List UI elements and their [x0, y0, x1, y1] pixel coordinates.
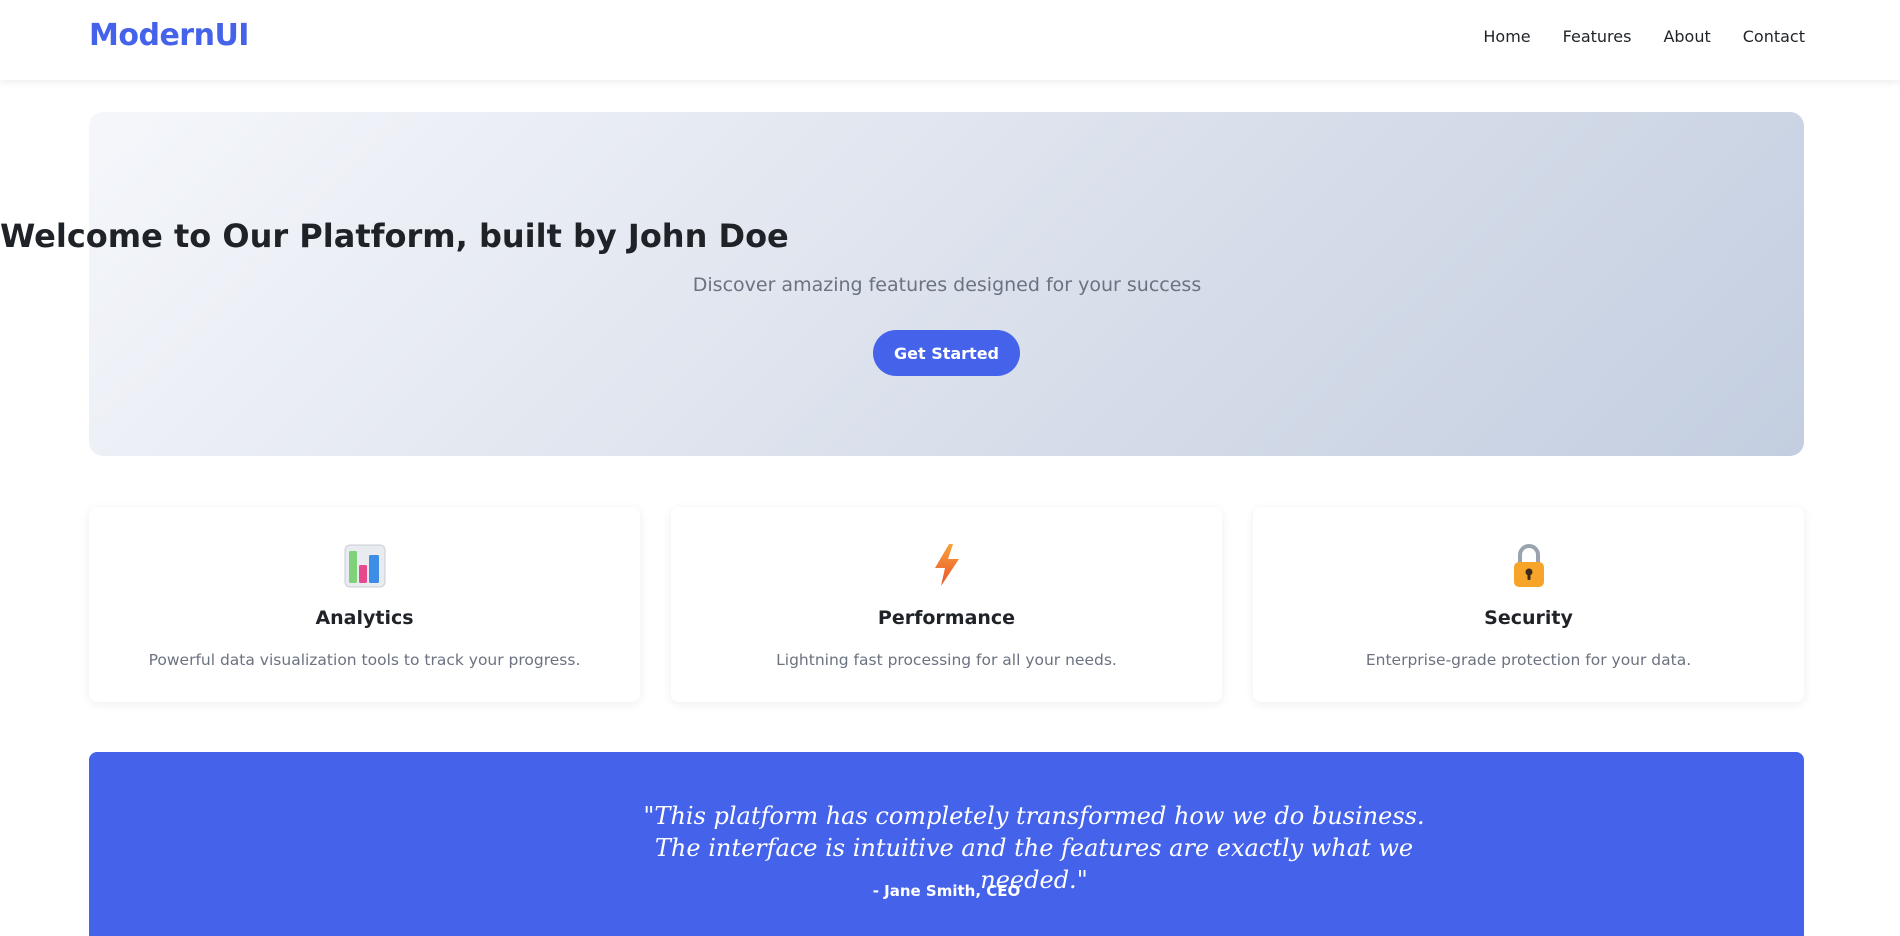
top-navbar: ModernUI Home Features About Contact	[0, 0, 1900, 80]
main-nav: Home Features About Contact	[1483, 27, 1805, 46]
nav-features-link[interactable]: Features	[1563, 27, 1632, 46]
logo[interactable]: ModernUI	[89, 18, 249, 53]
feature-card-security: Security Enterprise-grade protection for…	[1253, 507, 1804, 702]
feature-title: Security	[1484, 607, 1573, 629]
feature-title: Analytics	[315, 607, 414, 629]
lock-icon	[1253, 543, 1804, 591]
feature-card-analytics: Analytics Powerful data visualization to…	[89, 507, 640, 702]
nav-home-link[interactable]: Home	[1483, 27, 1530, 46]
feature-description: Enterprise-grade protection for your dat…	[1365, 651, 1692, 669]
bar-chart-icon	[89, 543, 640, 591]
testimonial-section: "This platform has completely transforme…	[89, 752, 1804, 936]
get-started-button[interactable]: Get Started	[873, 330, 1020, 376]
testimonial-author: - Jane Smith, CEO	[872, 882, 1021, 900]
feature-card-performance: Performance Lightning fast processing fo…	[671, 507, 1222, 702]
feature-description: Powerful data visualization tools to tra…	[148, 651, 581, 669]
hero-subtitle: Discover amazing features designed for y…	[692, 274, 1202, 296]
feature-description: Lightning fast processing for all your n…	[776, 651, 1117, 669]
lightning-icon	[671, 543, 1222, 591]
hero-title: Welcome to Our Platform, built by John D…	[0, 217, 789, 256]
nav-contact-link[interactable]: Contact	[1743, 27, 1805, 46]
nav-about-link[interactable]: About	[1663, 27, 1710, 46]
feature-title: Performance	[877, 607, 1016, 629]
